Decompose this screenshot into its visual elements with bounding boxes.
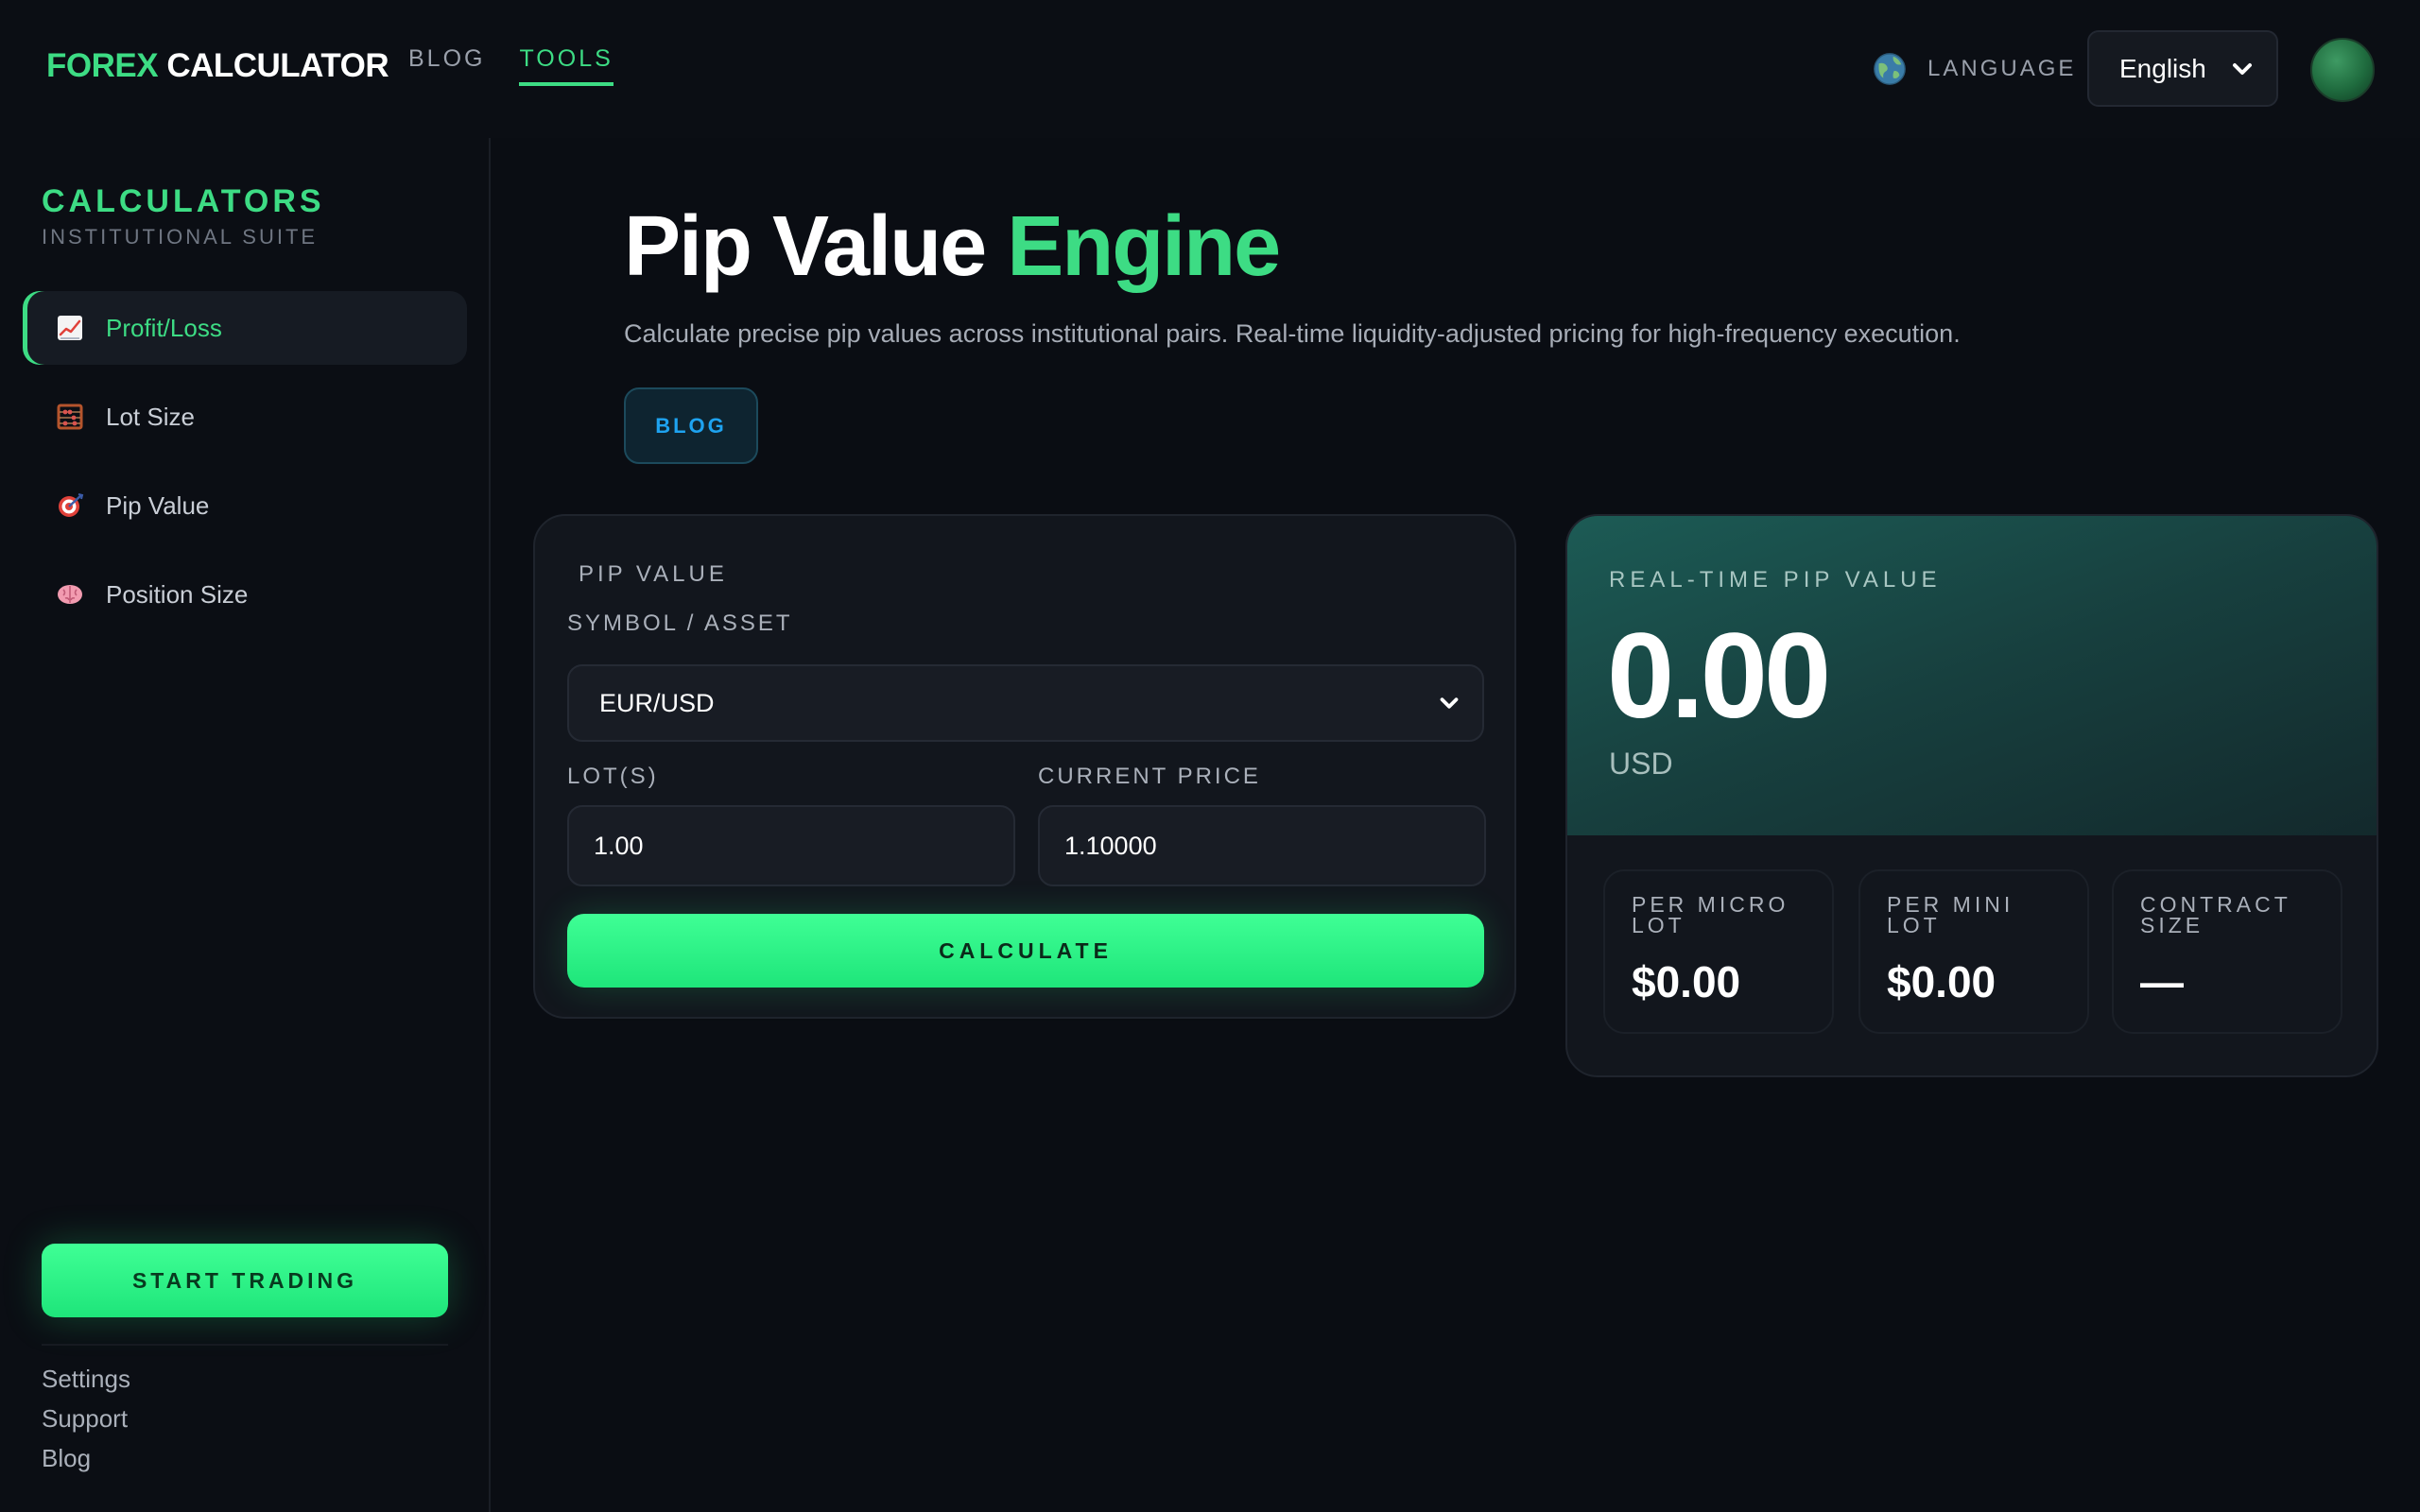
brand-part-2: CALCULATOR: [166, 47, 389, 84]
chart-increasing-icon: [55, 313, 85, 343]
sidebar-link-support[interactable]: Support: [42, 1404, 128, 1434]
sidebar-link-settings[interactable]: Settings: [42, 1365, 130, 1394]
target-icon: [55, 490, 85, 521]
nav-link-tools[interactable]: TOOLS: [519, 45, 614, 86]
stat-label: PER MINI LOT: [1887, 892, 2014, 937]
sidebar-item-profit-loss[interactable]: Profit/Loss: [23, 291, 467, 365]
language-label: LANGUAGE: [1927, 56, 2077, 81]
page-title: Pip Value Engine: [624, 198, 1281, 296]
sidebar-title: CALCULATORS: [42, 183, 325, 219]
language-select[interactable]: English: [2087, 30, 2278, 107]
result-label: REAL-TIME PIP VALUE: [1609, 567, 1942, 593]
sidebar-item-pip-value[interactable]: Pip Value: [23, 469, 467, 542]
sidebar-divider: [42, 1344, 448, 1346]
sidebar-item-label: Profit/Loss: [106, 313, 222, 342]
pip-value-form: PIP VALUE SYMBOL / ASSET EUR/USD LOT(S) …: [533, 514, 1516, 1019]
brand-logo[interactable]: FOREX CALCULATOR: [46, 47, 389, 85]
form-title: PIP VALUE: [579, 561, 728, 587]
sidebar-item-lot-size[interactable]: Lot Size: [23, 380, 467, 454]
sidebar-subtitle: INSTITUTIONAL SUITE: [42, 225, 319, 249]
lots-input[interactable]: [567, 805, 1015, 886]
language-select-value: English: [2119, 53, 2206, 83]
stat-label: CONTRACT SIZE: [2140, 892, 2291, 937]
top-bar: FOREX CALCULATOR BLOG TOOLS LANGUAGE Eng…: [0, 0, 2420, 138]
sidebar: CALCULATORS INSTITUTIONAL SUITE Profit/L…: [0, 138, 491, 1512]
symbol-select-value: EUR/USD: [599, 688, 715, 717]
sidebar-link-blog[interactable]: Blog: [42, 1444, 91, 1473]
current-price-input[interactable]: [1038, 805, 1486, 886]
calculate-button[interactable]: CALCULATE: [567, 914, 1484, 988]
page-title-main: Pip Value: [624, 199, 987, 294]
brand-part-1: FOREX: [46, 47, 159, 84]
symbol-label: SYMBOL / ASSET: [567, 610, 793, 636]
lots-label: LOT(S): [567, 764, 659, 789]
result-value: 0.00: [1607, 609, 1831, 744]
brain-icon: [55, 579, 85, 610]
stat-label: PER MICRO LOT: [1632, 892, 1789, 937]
sidebar-item-position-size[interactable]: Position Size: [23, 558, 467, 631]
globe-icon: [1874, 53, 1906, 85]
result-header: REAL-TIME PIP VALUE 0.00 USD: [1567, 516, 2377, 835]
stat-value: $0.00: [1887, 957, 1996, 1006]
sidebar-item-label: Pip Value: [106, 490, 210, 520]
symbol-select[interactable]: EUR/USD: [567, 664, 1484, 742]
chevron-down-icon: [2233, 62, 2252, 75]
stat-per-mini-lot: PER MINI LOT $0.00: [1858, 869, 2089, 1034]
sidebar-item-label: Lot Size: [106, 402, 195, 431]
start-trading-button[interactable]: START TRADING: [42, 1244, 448, 1317]
result-card: REAL-TIME PIP VALUE 0.00 USD PER MICRO L…: [1565, 514, 2378, 1077]
chevron-down-icon: [1440, 697, 1459, 709]
page-description: Calculate precise pip values across inst…: [624, 319, 1961, 348]
abacus-icon: [55, 402, 85, 432]
price-label: CURRENT PRICE: [1038, 764, 1261, 789]
stat-value: $0.00: [1632, 957, 1741, 1006]
top-nav: BLOG TOOLS: [408, 45, 614, 86]
page-title-accent: Engine: [1007, 199, 1281, 294]
nav-link-blog[interactable]: BLOG: [408, 45, 485, 86]
stat-value: —: [2140, 957, 2184, 1006]
user-avatar[interactable]: [2310, 38, 2375, 102]
stat-contract-size: CONTRACT SIZE —: [2112, 869, 2342, 1034]
stat-per-micro-lot: PER MICRO LOT $0.00: [1603, 869, 1834, 1034]
blog-button[interactable]: BLOG: [624, 387, 758, 464]
result-unit: USD: [1609, 747, 1673, 781]
sidebar-item-label: Position Size: [106, 579, 249, 609]
